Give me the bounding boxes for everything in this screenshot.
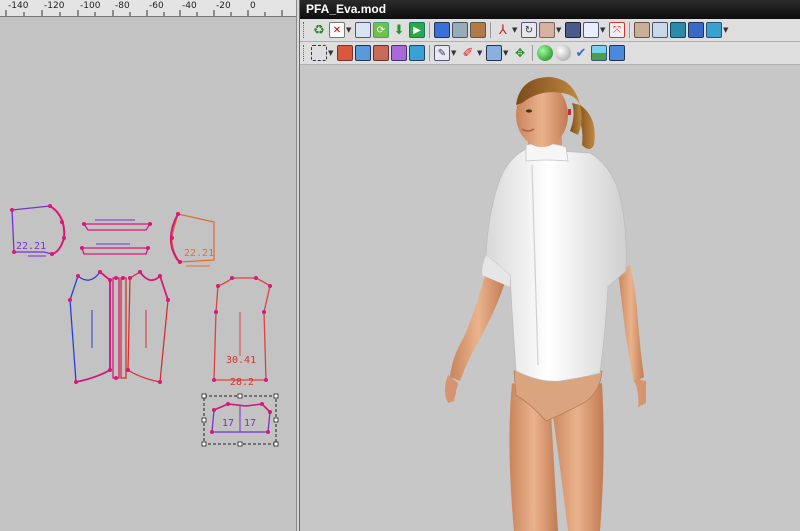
ruler-ticks <box>5 10 283 16</box>
tile-view-icon[interactable] <box>688 22 704 38</box>
material-icon[interactable] <box>409 45 425 61</box>
measure-label: 30.41 <box>226 355 256 366</box>
chevron-down-icon[interactable]: ▼ <box>556 26 562 34</box>
monitor-icon[interactable] <box>706 22 722 38</box>
import-icon[interactable] <box>355 22 371 38</box>
select-box-icon[interactable] <box>311 45 327 61</box>
pin-icon[interactable]: ✐ <box>460 45 476 61</box>
chevron-down-icon[interactable]: ▼ <box>600 26 606 34</box>
toolbar-grip[interactable] <box>303 45 307 61</box>
landscape-icon[interactable] <box>591 45 607 61</box>
toolbar-main: ♻ ✕ ▼ ⟳ ⬇ ▶ ⅄ ▼ ↻ ▼ ▼ ⤧ ▼ <box>300 19 800 42</box>
measure-label: 28.2 <box>230 377 254 388</box>
rotate-view-icon[interactable]: ↻ <box>521 22 537 38</box>
chevron-down-icon[interactable]: ▼ <box>477 49 483 57</box>
pattern-2d-pane[interactable]: -140 -120 -100 -80 -60 -40 -20 0 22.21 2… <box>0 0 296 531</box>
pattern-piece-sleeve-left[interactable]: 22.21 <box>10 204 66 257</box>
measure-label: 22.21 <box>184 248 214 259</box>
blocks-icon[interactable] <box>373 45 389 61</box>
3d-viewport[interactable] <box>300 65 800 531</box>
panel-view-icon[interactable] <box>670 22 686 38</box>
measure-label: 17 <box>244 418 256 429</box>
image-icon[interactable] <box>337 45 353 61</box>
window-icon[interactable] <box>583 22 599 38</box>
view-3d-window[interactable]: PFA_Eva.mod ♻ ✕▼ ⟳ ⬇ ▶ ⅄▼ ↻ ▼ ▼ ⤧ ▼ ▼ <box>300 0 800 531</box>
pattern-piece-sleeve-right[interactable]: 22.21 <box>169 212 215 267</box>
chevron-down-icon[interactable]: ▼ <box>346 26 352 34</box>
toolbar-separator <box>429 22 430 38</box>
screen-icon[interactable] <box>565 22 581 38</box>
toolbar-separator <box>629 22 630 38</box>
delete-icon[interactable]: ✕ <box>329 22 345 38</box>
recycle-icon[interactable]: ♻ <box>311 22 327 38</box>
pattern-piece-back[interactable]: 30.41 28.2 <box>212 276 272 388</box>
texture-icon[interactable] <box>470 22 486 38</box>
mesh-icon[interactable] <box>486 45 502 61</box>
axes-icon[interactable]: ⅄ <box>495 22 511 38</box>
fit-view-icon[interactable] <box>434 22 450 38</box>
pattern-piece-collar-selected[interactable]: 17 17 <box>201 393 279 447</box>
avatar-icon[interactable] <box>539 22 555 38</box>
pattern-piece-front-left[interactable] <box>68 270 112 384</box>
measure-label: 22.21 <box>16 241 46 252</box>
avatar-3d-model[interactable] <box>300 65 800 531</box>
download-arrow-icon[interactable]: ⬇ <box>391 22 407 38</box>
pattern-piece-collar-strips[interactable] <box>80 219 152 255</box>
chevron-down-icon[interactable]: ▼ <box>328 49 334 57</box>
play-icon[interactable]: ▶ <box>409 22 425 38</box>
layers-icon[interactable] <box>355 45 371 61</box>
avatar-shirt <box>485 148 627 382</box>
sphere-grey-icon[interactable] <box>555 45 571 61</box>
toolbar-separator <box>532 45 533 61</box>
horizontal-ruler: -140 -120 -100 -80 -60 -40 -20 0 <box>0 0 296 17</box>
frame-icon[interactable] <box>452 22 468 38</box>
measure-label: 17 <box>222 418 234 429</box>
toolbar-secondary: ▼ ✎ ▼ ✐ ▼ ▼ ✥ ✔ <box>300 42 800 65</box>
camera-person-icon[interactable] <box>634 22 650 38</box>
chevron-down-icon[interactable]: ▼ <box>512 26 518 34</box>
toolbar-grip[interactable] <box>303 22 307 38</box>
pattern-piece-front-right[interactable] <box>126 270 170 384</box>
avatar-head <box>516 77 595 149</box>
grid-view-icon[interactable] <box>652 22 668 38</box>
toolbar-separator <box>490 22 491 38</box>
zoom-extents-icon[interactable]: ⤧ <box>609 22 625 38</box>
window-title: PFA_Eva.mod <box>300 0 800 19</box>
refresh-icon[interactable]: ⟳ <box>373 22 389 38</box>
pattern-piece-placket[interactable] <box>112 276 127 380</box>
chevron-down-icon[interactable]: ▼ <box>451 49 457 57</box>
layers2-icon[interactable] <box>391 45 407 61</box>
chevron-down-icon[interactable]: ▼ <box>723 26 729 34</box>
sphere-green-icon[interactable] <box>537 45 553 61</box>
brush-icon[interactable]: ✎ <box>434 45 450 61</box>
chevron-down-icon[interactable]: ▼ <box>503 49 509 57</box>
pattern-canvas[interactable]: 22.21 22.21 30.41 28.2 17 17 <box>0 16 296 531</box>
toolbar-separator <box>429 45 430 61</box>
screenshot-icon[interactable] <box>609 45 625 61</box>
cursor-move-icon[interactable]: ✥ <box>512 45 528 61</box>
check-icon[interactable]: ✔ <box>573 45 589 61</box>
